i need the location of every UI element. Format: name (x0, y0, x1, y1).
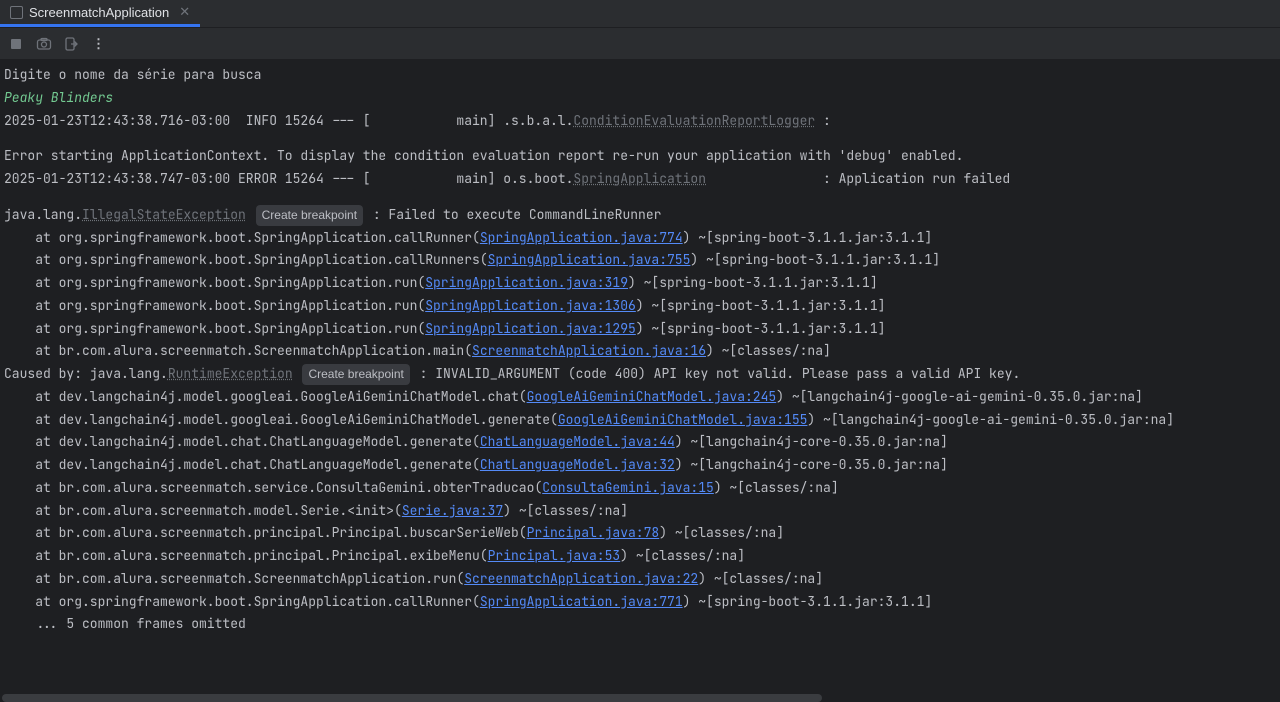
stack-link[interactable]: GoogleAiGeminiChatModel.java:155 (558, 411, 808, 428)
tab-screenmatch-application[interactable]: ScreenmatchApplication ✕ (0, 0, 200, 27)
stack-link[interactable]: Principal.java:53 (488, 547, 621, 564)
logger-class: ConditionEvaluationReportLogger (573, 112, 815, 129)
more-icon[interactable]: ⋮ (92, 35, 106, 52)
close-icon[interactable]: ✕ (179, 4, 190, 20)
user-input: Peaky Blinders (4, 89, 113, 106)
stack-link[interactable]: ChatLanguageModel.java:44 (480, 433, 675, 450)
stack-link[interactable]: SpringApplication.java:319 (425, 274, 628, 291)
stack-link[interactable]: ScreenmatchApplication.java:16 (472, 342, 706, 359)
logger-class: SpringApplication (573, 170, 706, 187)
console-output: Digite o nome da série para buscaPeaky B… (0, 60, 1280, 640)
tab-title: ScreenmatchApplication (29, 5, 169, 20)
stack-link[interactable]: SpringApplication.java:1306 (425, 297, 636, 314)
stack-link[interactable]: SpringApplication.java:1295 (425, 320, 636, 337)
stack-link[interactable]: Serie.java:37 (402, 502, 503, 519)
stack-link[interactable]: ChatLanguageModel.java:32 (480, 456, 675, 473)
exit-icon[interactable] (64, 36, 80, 52)
create-breakpoint-button[interactable]: Create breakpoint (302, 364, 409, 385)
exception-class: RuntimeException (168, 365, 293, 382)
stack-link[interactable]: SpringApplication.java:755 (488, 251, 691, 268)
stack-link[interactable]: Principal.java:78 (527, 524, 660, 541)
camera-icon[interactable] (36, 36, 52, 52)
stop-icon[interactable] (8, 36, 24, 52)
stack-link[interactable]: SpringApplication.java:774 (480, 229, 683, 246)
stack-link[interactable]: GoogleAiGeminiChatModel.java:245 (527, 388, 777, 405)
stack-link[interactable]: ConsultaGemini.java:15 (542, 479, 714, 496)
app-icon (10, 6, 23, 19)
horizontal-scrollbar[interactable] (2, 694, 822, 702)
stack-link[interactable]: SpringApplication.java:771 (480, 593, 683, 610)
stack-link[interactable]: ScreenmatchApplication.java:22 (464, 570, 698, 587)
toolbar: ⋮ (0, 28, 1280, 60)
create-breakpoint-button[interactable]: Create breakpoint (256, 205, 363, 226)
exception-class: IllegalStateException (82, 206, 246, 223)
tab-bar: ScreenmatchApplication ✕ (0, 0, 1280, 28)
